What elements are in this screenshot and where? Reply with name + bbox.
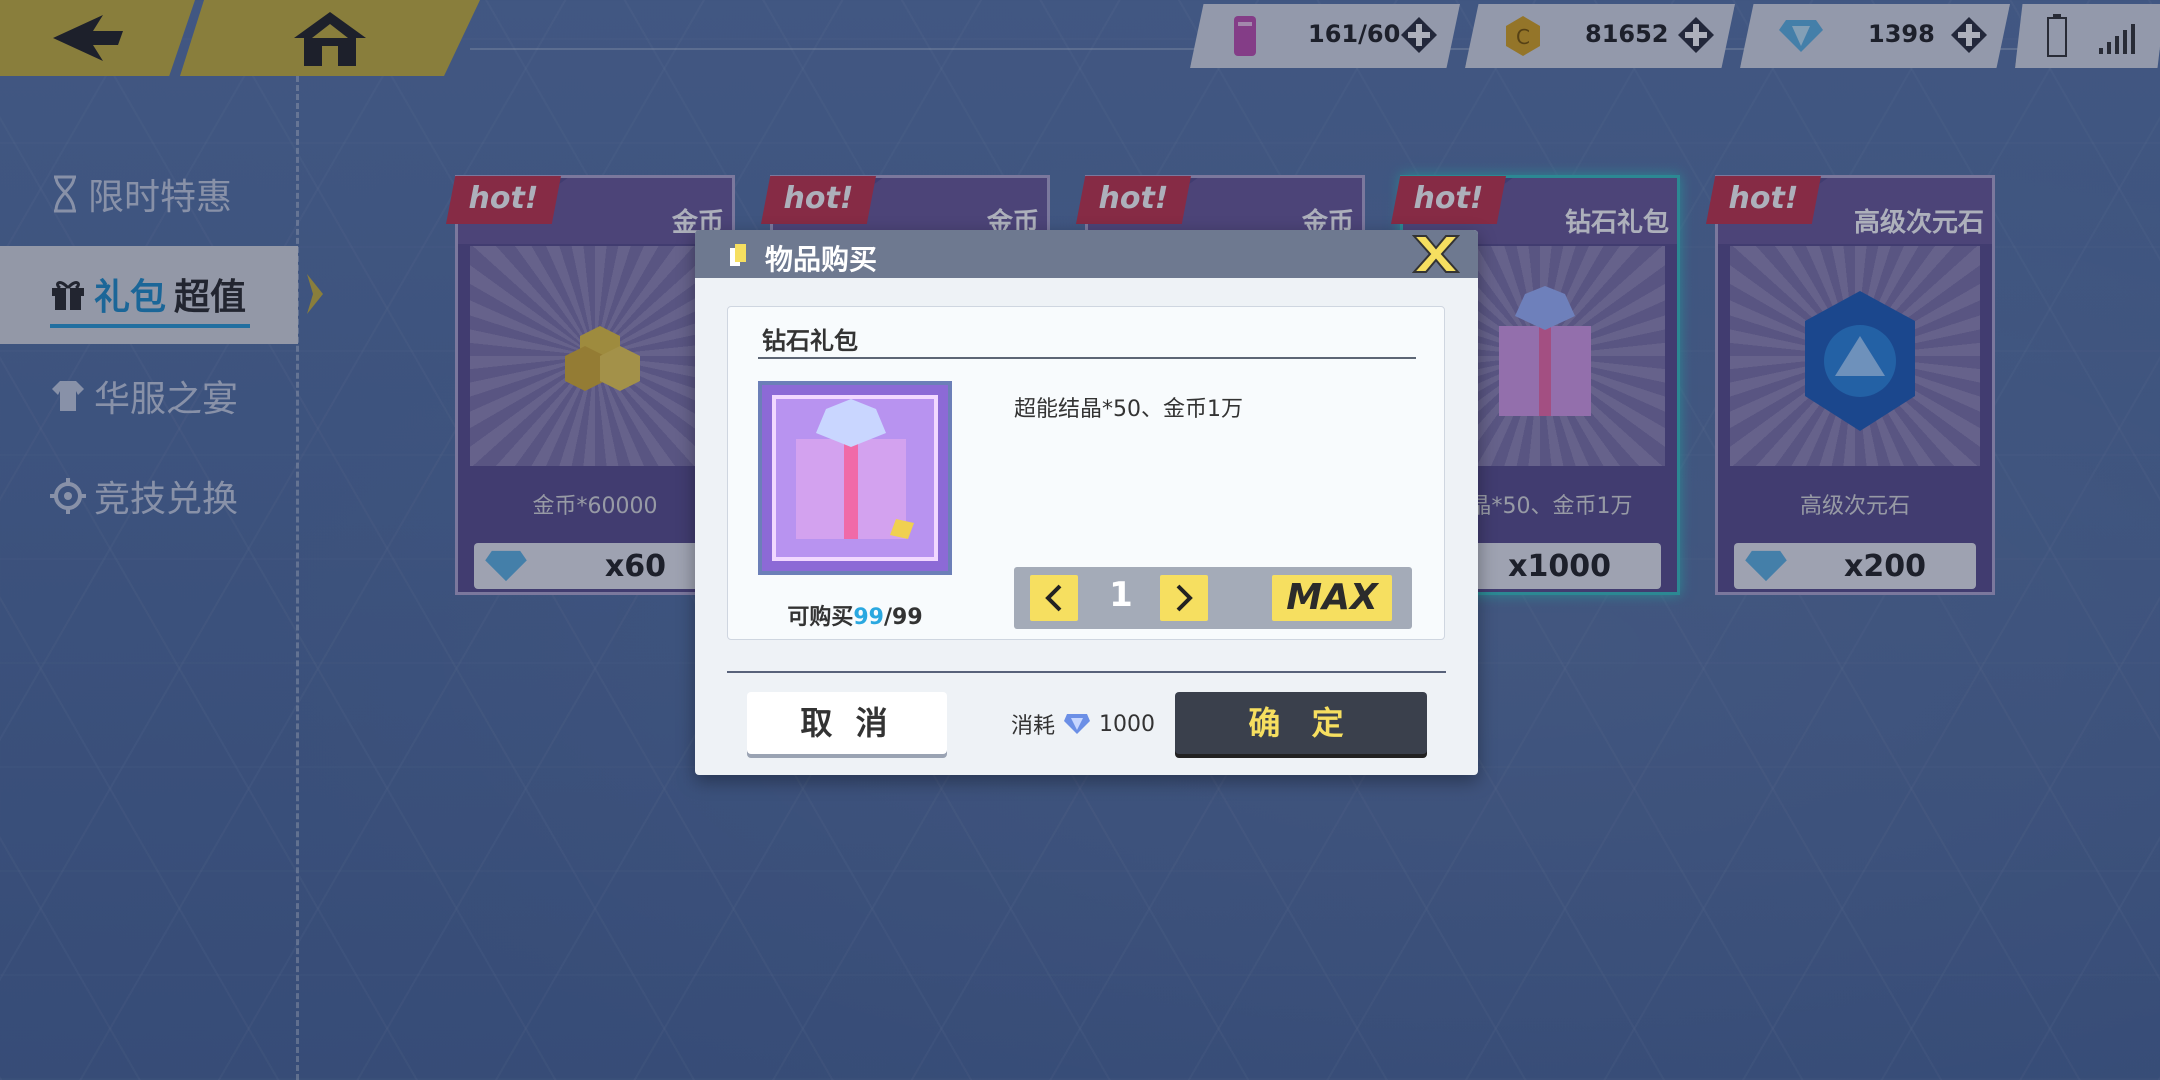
purchase-limit: 可购买99/99 xyxy=(758,599,952,631)
purchase-limit-current: 99 xyxy=(853,605,884,630)
dialog-title: 物品购买 xyxy=(765,243,878,276)
quantity-value[interactable]: 1 xyxy=(1096,575,1146,615)
chevron-left-icon xyxy=(1045,584,1062,612)
item-panel: 钻石礼包 可购买99/99 超能结晶*50、金币1万 1 MAX xyxy=(727,306,1445,640)
quantity-stepper: 1 MAX xyxy=(1014,567,1412,629)
purchase-limit-label: 可购买 xyxy=(787,605,854,630)
item-name-divider xyxy=(758,357,1416,359)
purchase-dialog: 物品购买 钻石礼包 可购买99/99 超能结晶*50、金币1万 1 MAX 取 … xyxy=(695,230,1478,775)
max-button[interactable]: MAX xyxy=(1272,575,1392,621)
purchase-limit-total: /99 xyxy=(883,605,923,630)
confirm-button[interactable]: 确 定 xyxy=(1175,692,1427,754)
item-icon xyxy=(730,244,746,266)
gift-box-icon xyxy=(796,399,914,539)
cost-info: 消耗 1000 xyxy=(1011,708,1155,740)
dialog-header: 物品购买 xyxy=(695,230,1478,278)
crystal-icon xyxy=(1064,714,1091,734)
close-icon[interactable] xyxy=(1412,234,1460,274)
item-description: 超能结晶*50、金币1万 xyxy=(1014,397,1243,422)
item-image xyxy=(758,381,952,575)
item-name: 钻石礼包 xyxy=(762,327,858,355)
dialog-divider xyxy=(727,671,1446,673)
cost-value: 1000 xyxy=(1099,711,1156,737)
cost-label: 消耗 xyxy=(1011,714,1056,739)
cancel-button[interactable]: 取 消 xyxy=(747,692,947,754)
chevron-right-icon xyxy=(1176,584,1193,612)
decrease-button[interactable] xyxy=(1030,575,1078,621)
increase-button[interactable] xyxy=(1160,575,1208,621)
